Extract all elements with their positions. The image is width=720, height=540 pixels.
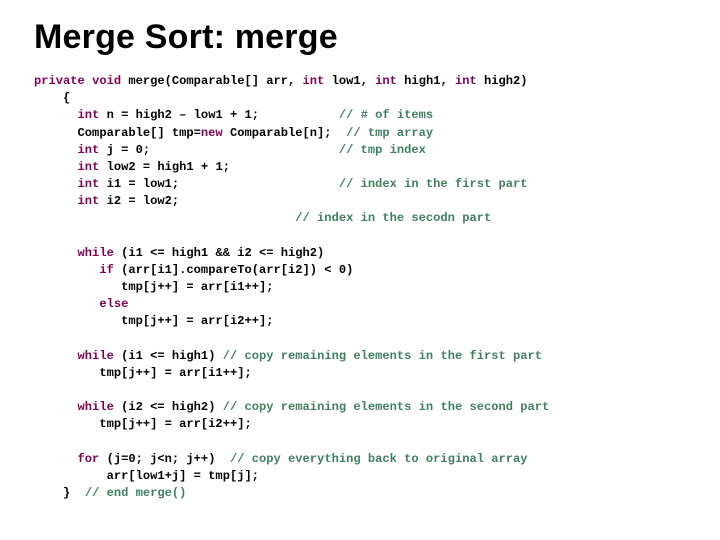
comment: // tmp index: [339, 143, 426, 157]
code-line: while (i1 <= high1 && i2 <= high2): [34, 246, 324, 260]
keyword-while: while: [78, 349, 114, 363]
comment: // index in the first part: [339, 177, 528, 191]
text: low2 = high1 + 1;: [99, 160, 230, 174]
keyword-int: int: [455, 74, 477, 88]
text: }: [34, 486, 85, 500]
code-line: int low2 = high1 + 1;: [34, 160, 230, 174]
keyword-for: for: [78, 452, 100, 466]
keyword-while: while: [78, 400, 114, 414]
text: high2): [477, 74, 528, 88]
comment: // index in the secodn part: [295, 211, 491, 225]
text: j = 0;: [99, 143, 339, 157]
text: (i1 <= high1 && i2 <= high2): [114, 246, 324, 260]
code-block: private void merge(Comparable[] arr, int…: [34, 73, 686, 502]
comment: // copy everything back to original arra…: [230, 452, 528, 466]
text: (arr[i1].compareTo(arr[i2]) < 0): [114, 263, 354, 277]
code-line: tmp[j++] = arr[i2++];: [34, 417, 252, 431]
keyword-int: int: [303, 74, 325, 88]
keyword-int: int: [78, 177, 100, 191]
text: Comparable[] tmp=: [34, 126, 201, 140]
page-title: Merge Sort: merge: [34, 18, 686, 57]
text: (i2 <= high2): [114, 400, 223, 414]
code-line: {: [34, 91, 70, 105]
text: i1 = low1;: [99, 177, 339, 191]
code-line: int i1 = low1; // index in the first par…: [34, 177, 528, 191]
code-line: private void merge(Comparable[] arr, int…: [34, 74, 528, 88]
text: (i1 <= high1): [114, 349, 223, 363]
code-line: tmp[j++] = arr[i2++];: [34, 314, 274, 328]
code-line: for (j=0; j<n; j++) // copy everything b…: [34, 452, 528, 466]
text: n = high2 – low1 + 1;: [99, 108, 339, 122]
keyword-int: int: [78, 108, 100, 122]
code-line: if (arr[i1].compareTo(arr[i2]) < 0): [34, 263, 353, 277]
keyword-int: int: [78, 143, 100, 157]
code-line: while (i2 <= high2) // copy remaining el…: [34, 400, 549, 414]
comment: // copy remaining elements in the first …: [223, 349, 542, 363]
text: [34, 211, 295, 225]
code-line: tmp[j++] = arr[i1++];: [34, 366, 252, 380]
code-line: int i2 = low2;: [34, 194, 179, 208]
keyword-private: private: [34, 74, 85, 88]
comment: // end merge(): [85, 486, 187, 500]
code-line: int n = high2 – low1 + 1; // # of items: [34, 108, 433, 122]
keyword-void: void: [92, 74, 121, 88]
text: high1,: [397, 74, 455, 88]
text: Comparable[n];: [223, 126, 346, 140]
code-line: else: [34, 297, 128, 311]
keyword-else: else: [99, 297, 128, 311]
keyword-int: int: [375, 74, 397, 88]
text: low1,: [324, 74, 375, 88]
keyword-if: if: [99, 263, 114, 277]
slide: Merge Sort: merge private void merge(Com…: [0, 0, 720, 540]
comment: // # of items: [339, 108, 433, 122]
code-line: arr[low1+j] = tmp[j];: [34, 469, 259, 483]
code-line: int j = 0; // tmp index: [34, 143, 426, 157]
keyword-int: int: [78, 194, 100, 208]
code-line: tmp[j++] = arr[i1++];: [34, 280, 274, 294]
text: (j=0; j<n; j++): [99, 452, 230, 466]
comment: // copy remaining elements in the second…: [223, 400, 550, 414]
code-line: Comparable[] tmp=new Comparable[n]; // t…: [34, 126, 433, 140]
keyword-int: int: [78, 160, 100, 174]
comment: // tmp array: [346, 126, 433, 140]
code-line: while (i1 <= high1) // copy remaining el…: [34, 349, 542, 363]
text: i2 = low2;: [99, 194, 179, 208]
keyword-while: while: [78, 246, 114, 260]
code-line: } // end merge(): [34, 486, 186, 500]
keyword-new: new: [201, 126, 223, 140]
code-line: // index in the secodn part: [34, 211, 491, 225]
text: merge(Comparable[] arr,: [121, 74, 302, 88]
